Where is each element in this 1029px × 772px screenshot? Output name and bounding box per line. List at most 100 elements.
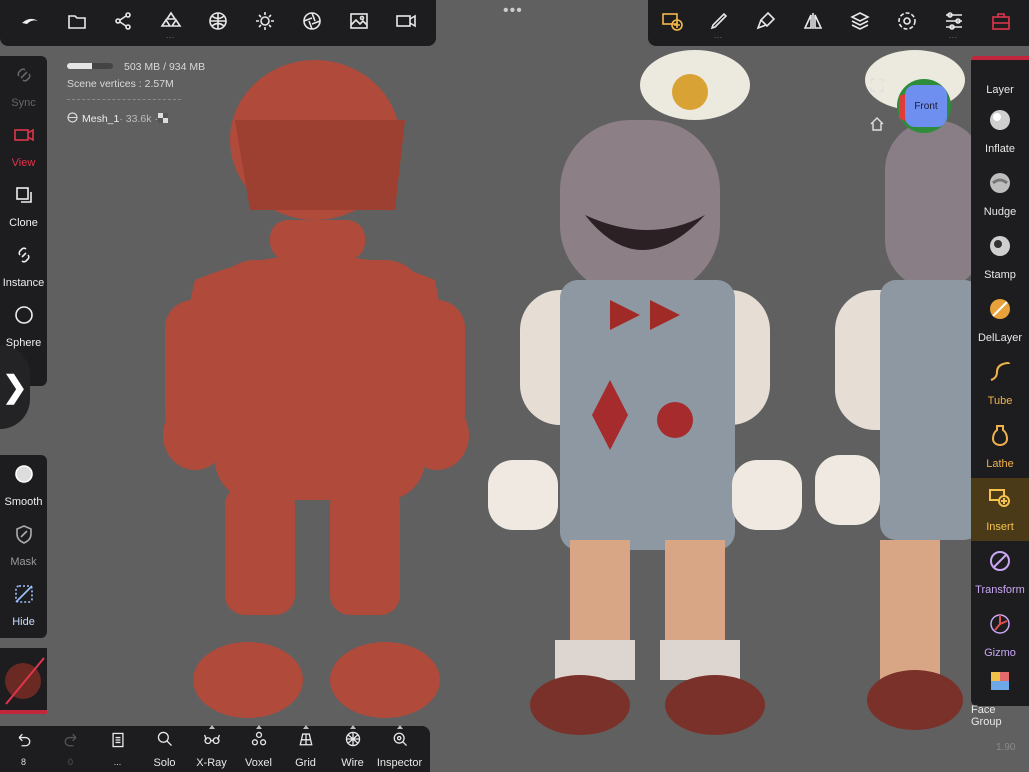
right-tool-transform[interactable]: Transform [971, 541, 1029, 604]
right-tool-gizmo-icon [988, 612, 1012, 641]
left-tool-smooth[interactable]: Smooth [0, 455, 47, 515]
bottom-tool-xray[interactable]: X-Ray [188, 725, 235, 772]
right-tool-inflate[interactable]: Inflate [971, 100, 1029, 163]
layers-icon [849, 10, 871, 37]
top-tool-matcap-sphere[interactable] [194, 0, 241, 46]
folder-icon [66, 10, 88, 37]
options-caret-icon [349, 725, 356, 729]
paint-brush-icon [755, 10, 777, 37]
bottom-tool-solo[interactable]: Solo [141, 726, 188, 772]
right-tool-inflate-icon [988, 108, 1012, 137]
left-tool-instance[interactable]: Instance [0, 236, 47, 296]
left-tool-clone[interactable]: Clone [0, 176, 47, 236]
top-tool-brush-pen[interactable]: ... [695, 0, 742, 46]
bottom-tool-undo[interactable]: 8 [0, 726, 47, 772]
right-tool-insert[interactable]: Insert [971, 478, 1029, 541]
bottom-tool-count: ... [113, 757, 122, 767]
options-caret-icon [396, 725, 403, 729]
mesh-sphere-icon [67, 110, 78, 128]
sphere-icon [13, 304, 35, 331]
top-tool-symmetry[interactable] [789, 0, 836, 46]
right-tool-dellayer[interactable]: DelLayer [971, 289, 1029, 352]
right-tool-dellayer-icon [988, 297, 1012, 326]
right-tool-face-group[interactable]: Face Group [971, 667, 1029, 730]
right-tool-stamp[interactable]: Stamp [971, 226, 1029, 289]
bottom-tool-label: Solo [153, 756, 176, 769]
top-tool-mesh-library[interactable]: ... [147, 0, 194, 46]
settings-gear-icon [896, 10, 918, 37]
left-tool-label: Smooth [4, 495, 43, 508]
mesh-info-row[interactable]: Mesh_1 · 33.6k · [67, 110, 168, 128]
right-tool-label: Layer [986, 84, 1014, 96]
fullscreen-icon[interactable] [870, 78, 884, 97]
left-tool-view[interactable]: View [0, 116, 47, 176]
left-toolbar-bottom: Smooth Mask Hide [0, 455, 47, 638]
top-tool-shading-aperture[interactable] [288, 0, 335, 46]
right-tool-nudge[interactable]: Nudge [971, 163, 1029, 226]
bottom-tool-voxel[interactable]: Voxel [235, 725, 282, 772]
top-tool-sculptris-logo[interactable] [6, 0, 53, 46]
left-tool-sync[interactable]: Sync [0, 56, 47, 116]
tool-more-dots: ... [714, 33, 723, 40]
top-tool-background-image[interactable] [335, 0, 382, 46]
bottom-tool-label: Wire [341, 756, 364, 769]
memory-usage-bar [67, 63, 113, 69]
top-tool-sliders[interactable]: ... [930, 0, 977, 46]
bottom-tool-label: Inspector [376, 756, 423, 769]
bottom-tool-pages[interactable]: ... [94, 726, 141, 772]
hide-icon [13, 583, 35, 610]
bottom-toolbar: 8 0... Solo X-Ray Voxel Grid Wire Inspector [0, 725, 430, 772]
bottom-tool-count: 8 [20, 757, 26, 767]
right-tool-transform-icon [988, 549, 1012, 578]
options-caret-icon [255, 725, 262, 729]
bottom-tool-wire[interactable]: Wire [329, 725, 376, 772]
right-toolbar: Layer Inflate Nudge Stamp DelLayer Tube Lathe I… [971, 56, 1029, 728]
right-tool-layer[interactable]: Layer [971, 56, 1029, 100]
xray-glasses-icon [203, 730, 221, 753]
left-tool-mask[interactable]: Mask [0, 515, 47, 575]
info-separator [67, 99, 181, 100]
bottom-tool-grid[interactable]: Grid [282, 725, 329, 772]
top-tool-insert-tool[interactable] [648, 0, 695, 46]
right-tool-label: Stamp [984, 269, 1016, 281]
top-tool-paint-brush[interactable] [742, 0, 789, 46]
right-tool-gizmo[interactable]: Gizmo [971, 604, 1029, 667]
right-tool-lathe-icon [988, 423, 1012, 452]
bottom-tool-count: 0 [67, 757, 73, 767]
right-tool-lathe[interactable]: Lathe [971, 415, 1029, 478]
mask-icon [13, 523, 35, 550]
left-tool-label: View [11, 156, 36, 169]
top-tool-camera[interactable] [382, 0, 429, 46]
more-options-dots[interactable]: ••• [503, 2, 523, 20]
right-tool-label: Inflate [985, 143, 1015, 155]
options-caret-icon [208, 725, 215, 729]
bottom-tool-redo[interactable]: 0 [47, 726, 94, 772]
view-cube[interactable]: Front [896, 78, 952, 134]
top-tool-scene-graph[interactable] [100, 0, 147, 46]
sculpted-mesh [163, 60, 469, 718]
insert-tool-icon [661, 10, 683, 37]
left-tool-label: Mask [10, 555, 37, 568]
light-sun-icon [254, 10, 276, 37]
top-tool-layers[interactable] [836, 0, 883, 46]
top-tool-light-sun[interactable] [241, 0, 288, 46]
left-tool-hide[interactable]: Hide [0, 575, 47, 635]
reference-character-side [815, 50, 985, 730]
bottom-tool-label: Grid [295, 756, 316, 769]
memory-usage-text: 503 MB / 934 MB [124, 61, 206, 73]
shading-aperture-icon [301, 10, 323, 37]
right-tool-tube[interactable]: Tube [971, 352, 1029, 415]
smooth-icon [13, 463, 35, 490]
home-view-icon[interactable] [869, 116, 885, 137]
top-tool-tool-box[interactable] [977, 0, 1024, 46]
right-tool-nudge-icon [988, 171, 1012, 200]
bottom-tool-inspector[interactable]: Inspector [376, 725, 423, 772]
material-ball[interactable] [0, 648, 47, 714]
solo-search-icon [156, 730, 174, 753]
view-cube-front-face[interactable]: Front [905, 85, 947, 127]
top-tool-settings-gear[interactable] [883, 0, 930, 46]
top-tool-folder[interactable] [53, 0, 100, 46]
undo-icon [15, 731, 33, 754]
background-image-icon [348, 10, 370, 37]
right-tool-label: Nudge [983, 206, 1017, 218]
